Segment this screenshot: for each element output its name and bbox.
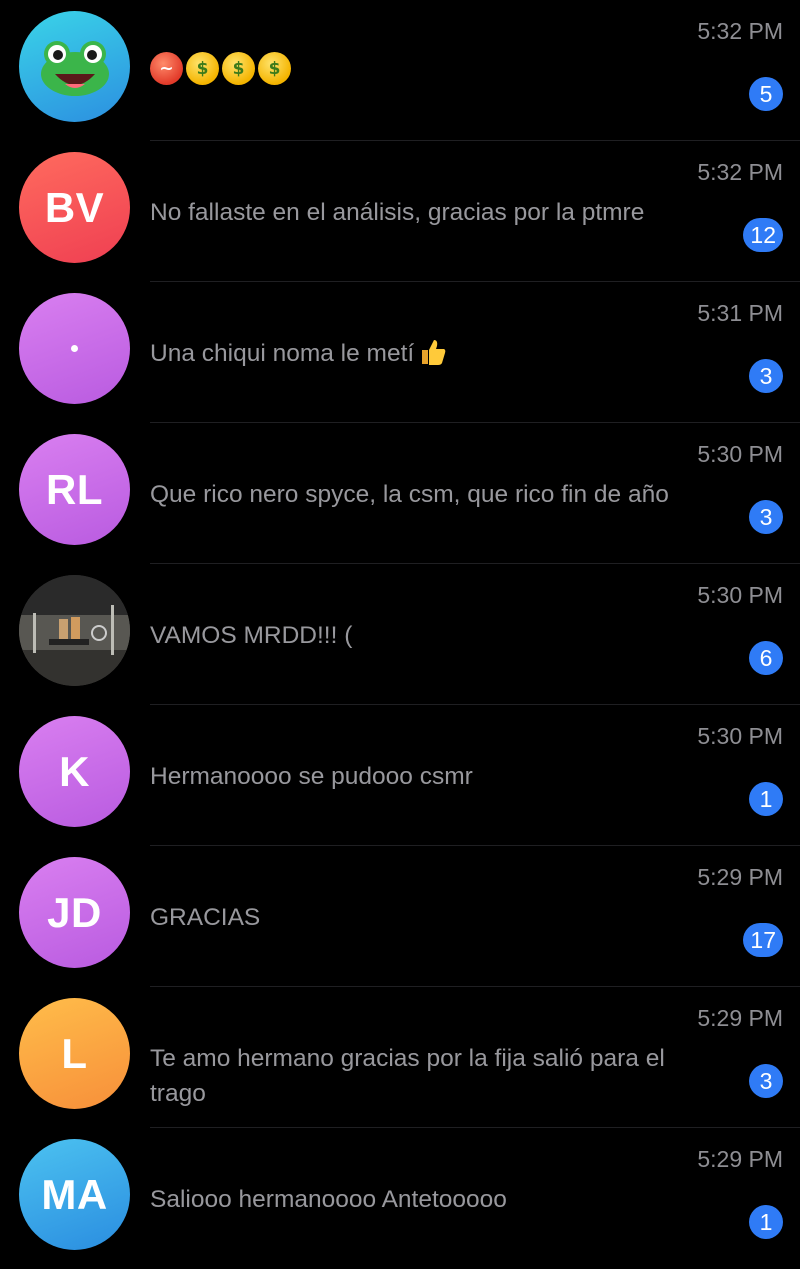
money-mouth-face-icon: $ (258, 52, 291, 85)
chat-name (150, 1011, 670, 1041)
hot-face-icon: ~ (150, 52, 183, 85)
chat-row[interactable]: MA 5:29 PM Saliooo hermanoooo Antetooooo… (0, 1128, 800, 1269)
chat-name (150, 24, 670, 54)
avatar-initials: BV (44, 183, 105, 231)
chat-name (150, 447, 670, 477)
avatar: BV (19, 152, 130, 263)
chat-time: 5:29 PM (697, 1146, 783, 1172)
chat-row[interactable]: L 5:29 PM Te amo hermano gracias por la … (0, 987, 800, 1128)
avatar-initials: MA (41, 1170, 108, 1218)
avatar-initials: L (61, 1029, 88, 1077)
message-preview: Que rico nero spyce, la csm, que rico fi… (150, 481, 669, 508)
message-text: Una chiqui noma le metí (150, 340, 415, 367)
message-preview: No fallaste en el análisis, gracias por … (150, 199, 645, 226)
chat-list: 5:32 PM ~ $ $ $ 5 BV 5:32 PM No fallaste… (0, 0, 800, 1269)
chat-row[interactable]: BV 5:32 PM No fallaste en el análisis, g… (0, 141, 800, 282)
unread-badge: 1 (749, 782, 783, 816)
chat-name (150, 870, 670, 900)
avatar: L (19, 998, 130, 1109)
avatar-initials: RL (46, 465, 103, 513)
chat-time: 5:29 PM (697, 864, 783, 890)
chat-name (150, 588, 670, 618)
avatar: MA (19, 1139, 130, 1250)
chat-name (150, 165, 670, 195)
message-preview: GRACIAS (150, 904, 261, 931)
chat-name (150, 729, 670, 759)
avatar: RL (19, 434, 130, 545)
unread-badge: 1 (749, 1205, 783, 1239)
chat-name (150, 306, 670, 336)
avatar-initials: JD (47, 888, 102, 936)
chat-row[interactable]: 5:31 PM Una chiqui noma le metí 3 (0, 282, 800, 423)
avatar-photo (19, 575, 130, 686)
chat-row[interactable]: JD 5:29 PM GRACIAS 17 (0, 846, 800, 987)
unread-badge: 3 (749, 500, 783, 534)
chat-time: 5:30 PM (697, 723, 783, 749)
message-preview: VAMOS MRDD!!! ( (150, 622, 353, 649)
frog-icon (40, 40, 109, 96)
chat-row[interactable]: 5:30 PM VAMOS MRDD!!! ( 6 (0, 564, 800, 705)
chat-time: 5:32 PM (697, 159, 783, 185)
avatar (19, 293, 130, 404)
unread-badge: 3 (749, 359, 783, 393)
message-preview: Hermanoooo se pudooo csmr (150, 763, 473, 790)
unread-badge: 3 (749, 1064, 783, 1098)
chat-name (150, 1152, 670, 1182)
chat-time: 5:32 PM (697, 18, 783, 44)
unread-badge: 5 (749, 77, 783, 111)
message-preview: Te amo hermano gracias por la fija salió… (150, 1045, 665, 1107)
gym-photo (19, 575, 130, 686)
unread-badge: 6 (749, 641, 783, 675)
avatar-dot (71, 345, 78, 352)
message-emojis: ~ $ $ $ (150, 52, 291, 85)
chat-row[interactable]: RL 5:30 PM Que rico nero spyce, la csm, … (0, 423, 800, 564)
avatar: JD (19, 857, 130, 968)
chat-time: 5:31 PM (697, 300, 783, 326)
unread-badge: 12 (743, 218, 783, 252)
thumbs-up-icon (422, 340, 446, 365)
avatar-frog (19, 11, 130, 122)
unread-badge: 17 (743, 923, 783, 957)
chat-row[interactable]: K 5:30 PM Hermanoooo se pudooo csmr 1 (0, 705, 800, 846)
money-mouth-face-icon: $ (222, 52, 255, 85)
money-mouth-face-icon: $ (186, 52, 219, 85)
avatar: K (19, 716, 130, 827)
message-preview: Una chiqui noma le metí (150, 336, 730, 371)
chat-time: 5:30 PM (697, 441, 783, 467)
chat-time: 5:29 PM (697, 1005, 783, 1031)
chat-row[interactable]: 5:32 PM ~ $ $ $ 5 (0, 0, 800, 141)
message-preview: Saliooo hermanoooo Antetooooo (150, 1186, 507, 1213)
chat-time: 5:30 PM (697, 582, 783, 608)
avatar-initials: K (59, 747, 90, 795)
